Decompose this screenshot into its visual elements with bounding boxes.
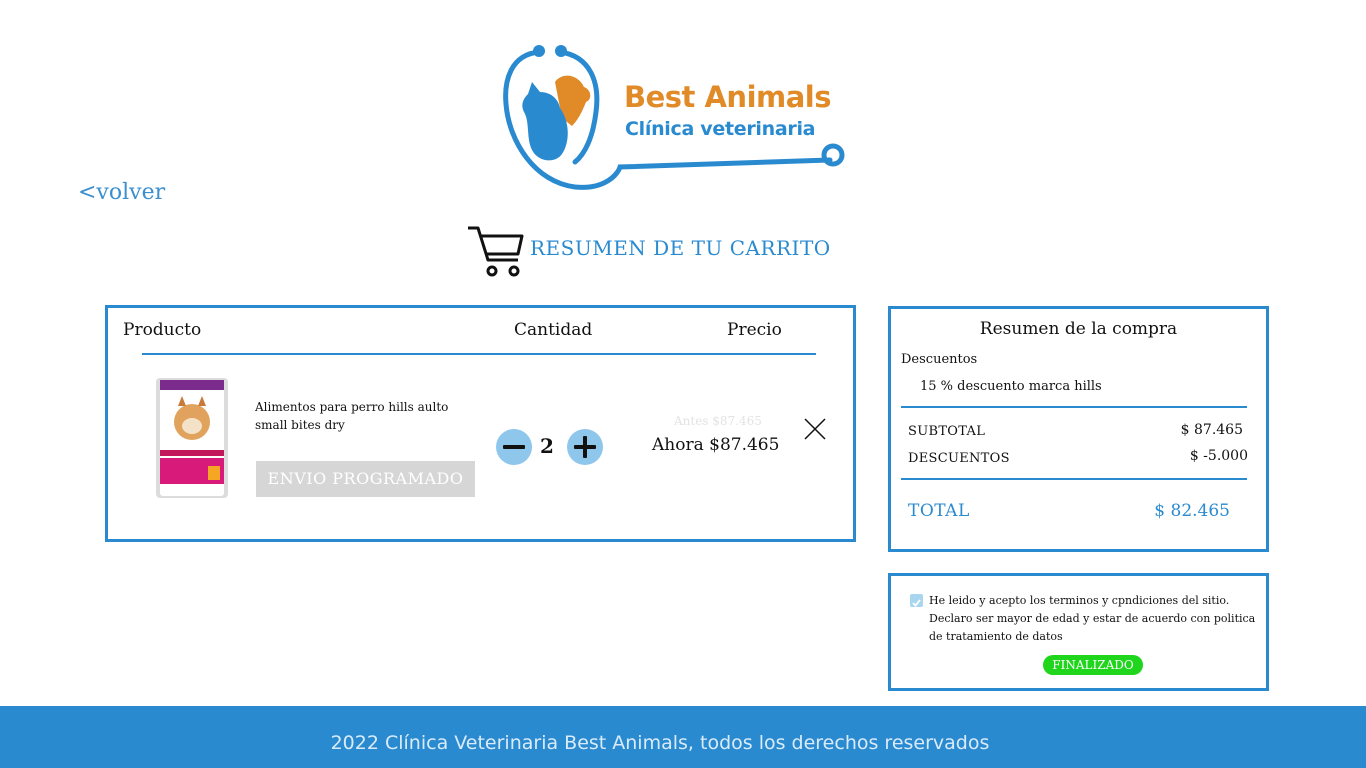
quantity-value: 2 xyxy=(540,434,554,458)
subtotal-label: SUBTOTAL xyxy=(908,424,986,439)
product-name: Alimentos para perro hills aulto small b… xyxy=(255,400,449,432)
header-product: Producto xyxy=(123,320,202,340)
footer: 2022 Clínica Veterinaria Best Animals, t… xyxy=(0,706,1366,768)
header-divider xyxy=(142,353,816,355)
header-quantity: Cantidad xyxy=(514,320,593,340)
summary-divider xyxy=(901,478,1247,480)
price-now: Ahora $87.465 xyxy=(652,435,780,455)
brand-subtitle: Clínica veterinaria xyxy=(625,118,816,140)
back-link[interactable]: <volver xyxy=(78,180,165,205)
discounts-label: Descuentos xyxy=(901,352,978,367)
scheduled-shipping-button[interactable]: ENVIO PROGRAMADO xyxy=(256,461,475,497)
terms-checkbox[interactable] xyxy=(910,594,923,607)
plus-icon xyxy=(574,436,596,458)
footer-copyright: 2022 Clínica Veterinaria Best Animals, t… xyxy=(330,732,990,754)
terms-panel: He leido y acepto los terminos y cpndici… xyxy=(888,573,1269,691)
header-price: Precio xyxy=(727,320,782,340)
purchase-summary-panel: Resumen de la compra Descuentos 15 % des… xyxy=(888,306,1269,552)
stethoscope-pet-logo-icon xyxy=(503,45,845,190)
price-before: Antes $87.465 xyxy=(674,414,762,428)
shopping-cart-icon xyxy=(468,226,524,277)
summary-title: Resumen de la compra xyxy=(979,319,1178,339)
total-label: TOTAL xyxy=(908,501,970,521)
brand-name: Best Animals xyxy=(624,80,832,114)
minus-icon xyxy=(503,445,525,449)
discounts-total-label: DESCUENTOS xyxy=(908,451,1010,466)
brand-logo: Best Animals Clínica veterinaria xyxy=(500,42,850,192)
subtotal-value: $ 87.465 xyxy=(1180,422,1243,438)
terms-text: He leido y acepto los terminos y cpndici… xyxy=(929,594,1256,643)
cart-title: RESUMEN DE TU CARRITO xyxy=(530,236,831,260)
discount-item: 15 % descuento marca hills xyxy=(920,379,1102,394)
decrease-quantity-button[interactable] xyxy=(496,429,532,465)
close-icon[interactable] xyxy=(803,417,827,441)
checkmark-icon xyxy=(912,599,921,607)
product-image xyxy=(156,378,228,498)
increase-quantity-button[interactable] xyxy=(567,429,603,465)
finalize-button[interactable]: FINALIZADO xyxy=(1043,655,1143,675)
discounts-total-value: $ -5.000 xyxy=(1189,448,1248,464)
total-value: $ 82.465 xyxy=(1154,501,1230,521)
summary-divider xyxy=(901,406,1247,408)
cart-products-panel: Producto Cantidad Precio Alimentos para … xyxy=(105,305,856,542)
